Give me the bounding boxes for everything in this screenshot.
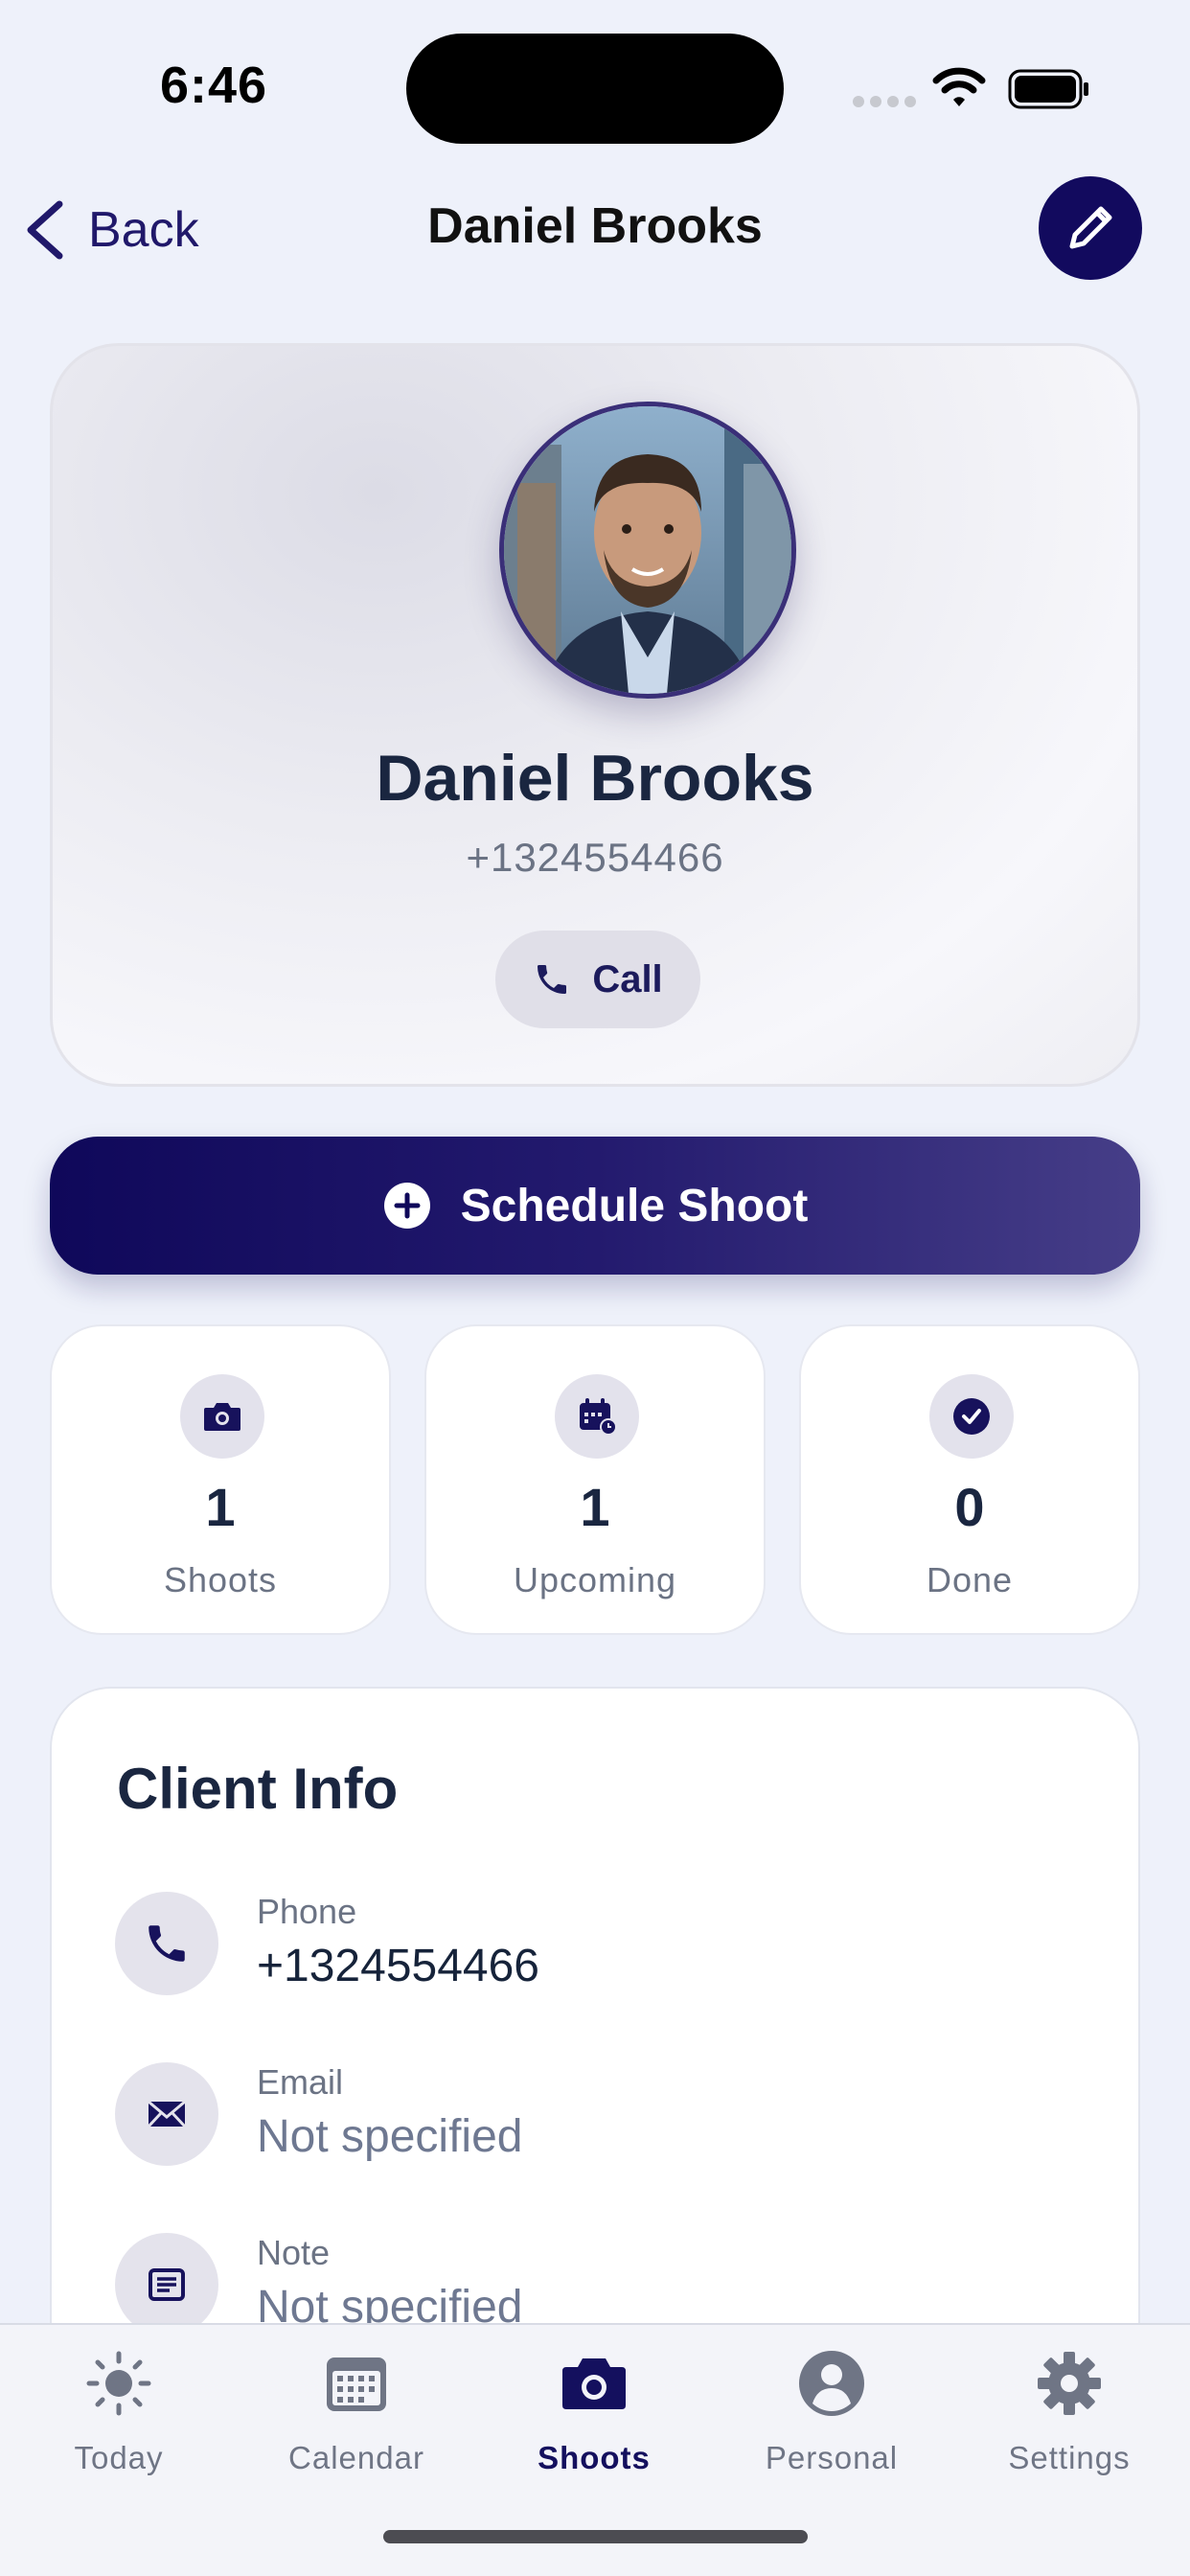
camera-icon [204, 1403, 240, 1431]
checkmark-circle-icon [953, 1398, 990, 1435]
stat-icon-circle [555, 1374, 639, 1459]
phone-icon [538, 965, 567, 994]
schedule-shoot-label: Schedule Shoot [460, 1180, 809, 1231]
plus-circle-icon [383, 1183, 430, 1229]
profile-card: Daniel Brooks +1324554466 Call [50, 343, 1140, 1087]
info-icon-circle [115, 2233, 218, 2336]
camera-icon [562, 2358, 626, 2409]
info-value: +1324554466 [257, 1941, 539, 1991]
envelope-icon [147, 2100, 187, 2128]
cellular-signal-icon [853, 96, 916, 107]
call-button[interactable]: Call [495, 931, 700, 1028]
stat-value: 1 [205, 1477, 236, 1537]
schedule-shoot-button[interactable]: Schedule Shoot [50, 1137, 1140, 1275]
calendar-clock-icon [580, 1398, 617, 1436]
stat-icon-circle [180, 1374, 264, 1459]
phone-icon [149, 1925, 185, 1962]
tab-label: Settings [1008, 2440, 1131, 2475]
edit-button[interactable] [1039, 176, 1142, 280]
info-label: Note [257, 2233, 331, 2272]
stat-value: 0 [954, 1477, 985, 1537]
wifi-icon [932, 67, 986, 106]
tab-calendar[interactable]: Calendar [261, 2348, 452, 2492]
tab-label: Shoots [538, 2440, 651, 2475]
stat-label: Shoots [163, 1560, 278, 1599]
tab-shoots[interactable]: Shoots [498, 2348, 690, 2492]
page-title: Daniel Brooks [427, 198, 763, 254]
note-icon [149, 2268, 185, 2301]
info-icon-circle [115, 2062, 218, 2166]
info-row-email[interactable]: Email Not specified [115, 2062, 1073, 2168]
tab-settings[interactable]: Settings [973, 2348, 1165, 2492]
profile-phone: +1324554466 [466, 835, 724, 880]
person-icon [799, 2351, 864, 2416]
info-row-phone[interactable]: Phone +1324554466 [115, 1892, 1073, 1997]
tab-label: Personal [765, 2440, 899, 2475]
home-indicator[interactable] [383, 2530, 808, 2543]
info-label: Email [257, 2062, 344, 2102]
tab-label: Calendar [288, 2440, 424, 2475]
stat-label: Done [926, 1560, 1014, 1599]
status-time: 6:46 [160, 57, 268, 114]
info-icon-circle [115, 1892, 218, 1995]
stat-card-shoots: 1 Shoots [50, 1324, 391, 1635]
info-value: Not specified [257, 2111, 523, 2162]
dynamic-island [406, 34, 784, 144]
sun-icon [86, 2351, 151, 2416]
stat-icon-circle [929, 1374, 1014, 1459]
stat-value: 1 [580, 1477, 610, 1537]
call-label: Call [592, 957, 663, 1000]
battery-icon [1008, 69, 1088, 109]
calendar-icon [327, 2358, 386, 2411]
tab-personal[interactable]: Personal [736, 2348, 927, 2492]
stat-card-upcoming: 1 Upcoming [424, 1324, 766, 1635]
profile-name: Daniel Brooks [376, 742, 814, 815]
avatar [499, 402, 796, 699]
pencil-icon [1069, 206, 1112, 249]
tab-today[interactable]: Today [23, 2348, 215, 2492]
stat-card-done: 0 Done [799, 1324, 1140, 1635]
info-label: Phone [257, 1892, 357, 1931]
stat-label: Upcoming [513, 1560, 677, 1599]
client-info-title: Client Info [117, 1757, 399, 1821]
gear-icon [1038, 2352, 1101, 2415]
tab-label: Today [74, 2440, 164, 2475]
avatar-photo [504, 406, 791, 694]
